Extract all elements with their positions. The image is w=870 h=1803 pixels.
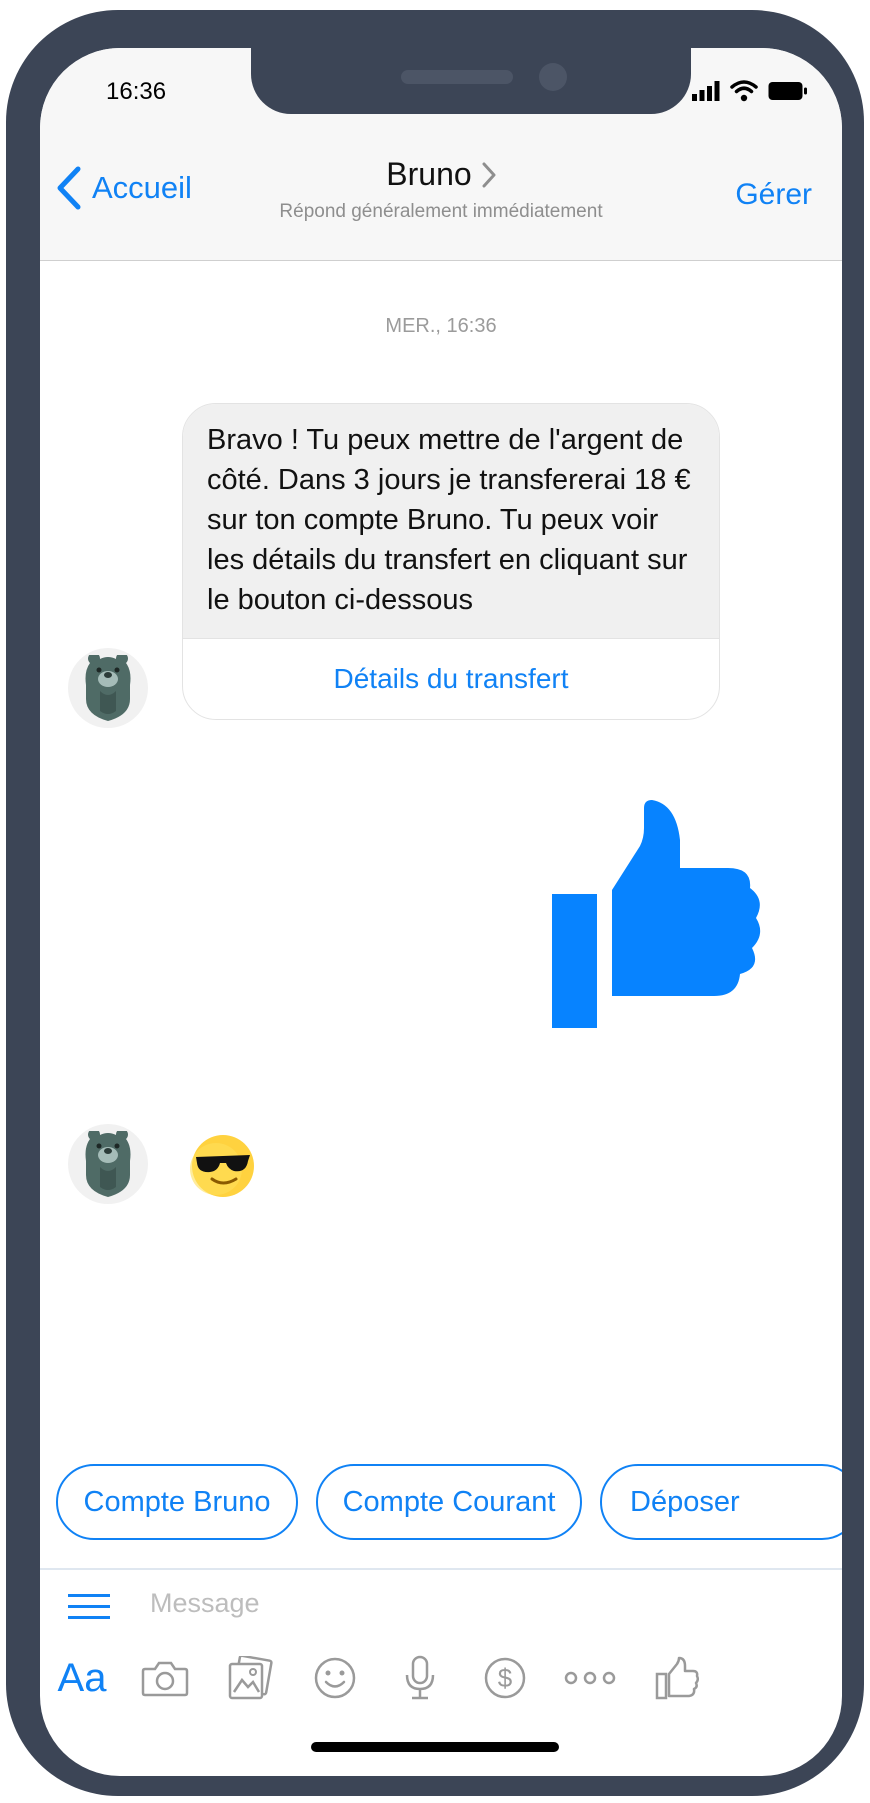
svg-text:$: $ (498, 1663, 513, 1693)
like-icon (655, 1656, 699, 1700)
quick-reply-compte-courant[interactable]: Compte Courant (316, 1464, 582, 1540)
gallery-button[interactable] (225, 1648, 275, 1708)
conversation-title[interactable]: Bruno Répond généralement immédiatement (40, 156, 842, 223)
battery-icon (768, 82, 807, 100)
speaker (401, 70, 513, 84)
menu-icon[interactable] (66, 1586, 112, 1626)
bot-message-text: Bravo ! Tu peux mettre de l'argent de cô… (183, 404, 719, 638)
manage-button[interactable]: Gérer (735, 178, 812, 212)
more-icon (564, 1671, 616, 1685)
chevron-right-icon (482, 162, 496, 187)
like-button[interactable] (652, 1648, 702, 1708)
gallery-icon (228, 1656, 273, 1700)
payment-button[interactable]: $ (480, 1648, 530, 1708)
microphone-button[interactable] (395, 1648, 445, 1708)
camera-icon (141, 1661, 189, 1697)
bot-avatar[interactable] (68, 1124, 148, 1204)
composer-toolbar: Aa $ (40, 1648, 842, 1718)
transfer-details-button[interactable]: Détails du transfert (183, 638, 719, 719)
status-time: 16:36 (106, 78, 167, 105)
message-input[interactable]: Message (150, 1588, 260, 1619)
quick-reply-deposer[interactable]: Déposer (600, 1464, 842, 1540)
text-format-label: Aa (57, 1655, 107, 1700)
quick-reply-compte-bruno[interactable]: Compte Bruno (56, 1464, 298, 1540)
front-camera (539, 63, 567, 91)
phone-frame: Accueil Bruno Répond généralement immédi… (6, 10, 864, 1796)
home-indicator[interactable] (311, 1742, 559, 1752)
smiley-icon (314, 1657, 356, 1699)
payment-icon: $ (484, 1657, 526, 1699)
text-format-button[interactable]: Aa (54, 1648, 110, 1708)
more-button[interactable] (560, 1648, 620, 1708)
camera-button[interactable] (140, 1648, 190, 1708)
composer-divider (40, 1568, 842, 1570)
sunglasses-emoji (190, 1135, 254, 1197)
contact-name: Bruno (386, 156, 472, 192)
bear-icon (85, 1131, 131, 1197)
smiley-button[interactable] (310, 1648, 360, 1708)
chat-timestamp: MER., 16:36 (385, 315, 497, 337)
response-time: Répond généralement immédiatement (279, 201, 603, 222)
signal-icon (692, 81, 720, 101)
bot-avatar[interactable] (68, 648, 148, 728)
status-icons (692, 78, 808, 104)
thumbs-up-icon[interactable] (552, 800, 762, 1030)
microphone-icon (405, 1655, 435, 1700)
wifi-icon (730, 80, 758, 102)
notch (251, 48, 691, 114)
bot-message-card: Bravo ! Tu peux mettre de l'argent de cô… (182, 403, 720, 720)
screen: Accueil Bruno Répond généralement immédi… (40, 48, 842, 1776)
bear-icon (85, 655, 131, 721)
